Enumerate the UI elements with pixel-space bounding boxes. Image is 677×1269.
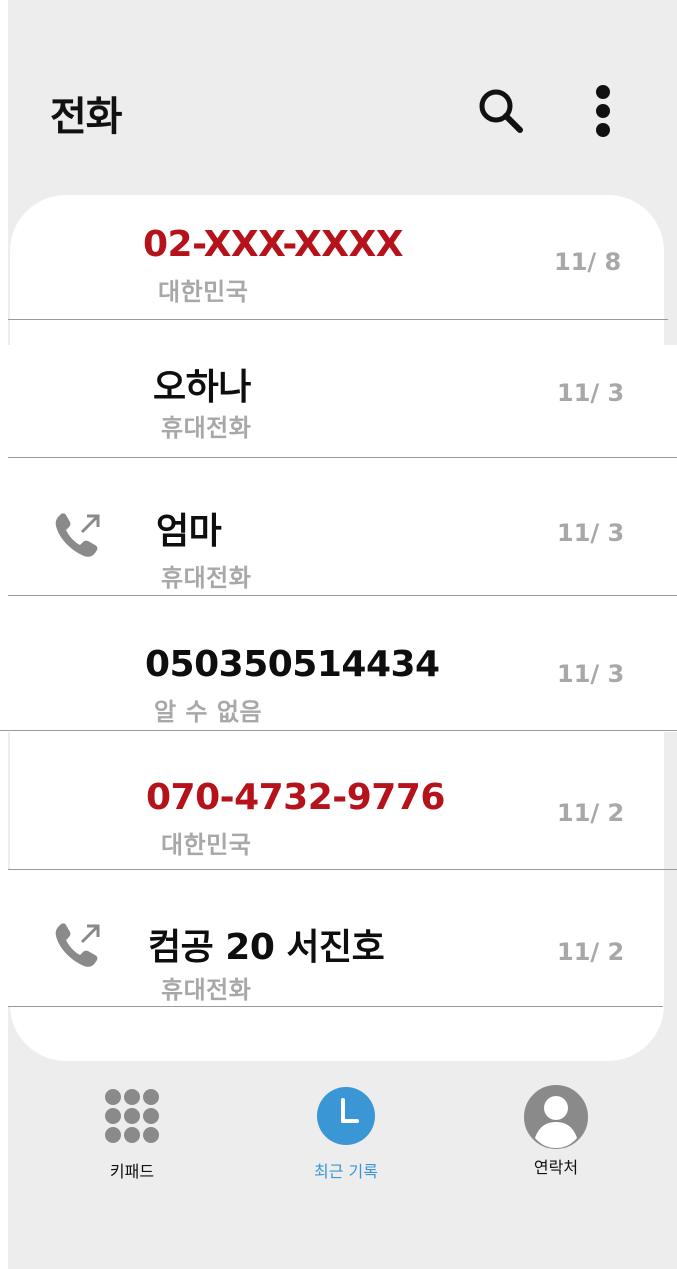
- call-date: 11/ 2: [557, 799, 625, 827]
- call-log-row[interactable]: 오하나 휴대전화 11/ 3: [8, 320, 677, 457]
- nav-keypad-label: 키패드: [109, 1162, 155, 1181]
- caller-name: 엄마: [156, 511, 222, 552]
- row-divider: [8, 1006, 663, 1007]
- caller-type: 알 수 없음: [154, 698, 263, 726]
- outgoing-call-icon: [55, 513, 100, 557]
- caller-type: 휴대전화: [161, 564, 252, 592]
- contacts-icon: [524, 1085, 588, 1149]
- call-log-row[interactable]: 02-XXX-XXXX 대한민국 11/ 8: [8, 196, 677, 319]
- call-date: 11/ 3: [557, 519, 625, 547]
- nav-recents[interactable]: 최근 기록: [281, 1087, 411, 1183]
- call-date: 11/ 3: [557, 379, 625, 407]
- call-log-row[interactable]: 050350514434 알 수 없음 11/ 3: [8, 596, 677, 730]
- more-vertical-icon: [596, 85, 610, 137]
- caller-type: 대한민국: [158, 278, 249, 306]
- search-button[interactable]: [474, 86, 528, 136]
- call-date: 11/ 8: [554, 248, 622, 276]
- call-log-row[interactable]: 컴공 20 서진호 휴대전화 11/ 2: [8, 870, 677, 1006]
- caller-name: 050350514434: [145, 644, 440, 685]
- call-date: 11/ 3: [557, 660, 625, 688]
- caller-type: 휴대전화: [161, 976, 252, 1004]
- more-options-button[interactable]: [588, 84, 618, 138]
- page-title: 전화: [50, 94, 123, 140]
- nav-recents-label: 최근 기록: [314, 1162, 378, 1181]
- nav-contacts-label: 연락처: [533, 1158, 579, 1177]
- call-date: 11/ 2: [557, 938, 625, 966]
- caller-name: 컴공 20 서진호: [148, 927, 385, 968]
- keypad-icon: [105, 1089, 159, 1143]
- caller-name: 070-4732-9776: [146, 777, 445, 818]
- call-log-row[interactable]: 엄마 휴대전화 11/ 3: [8, 458, 677, 595]
- nav-contacts[interactable]: 연락처: [491, 1084, 621, 1183]
- caller-name: 오하나: [153, 367, 251, 408]
- call-log-row[interactable]: 070-4732-9776 대한민국 11/ 2: [8, 731, 677, 869]
- search-icon: [479, 89, 523, 133]
- caller-name: 02-XXX-XXXX: [143, 224, 403, 265]
- caller-type: 휴대전화: [161, 414, 252, 442]
- outgoing-call-icon: [55, 923, 100, 967]
- caller-type: 대한민국: [161, 831, 252, 859]
- nav-keypad[interactable]: 키패드: [67, 1088, 197, 1183]
- clock-icon: [317, 1087, 375, 1145]
